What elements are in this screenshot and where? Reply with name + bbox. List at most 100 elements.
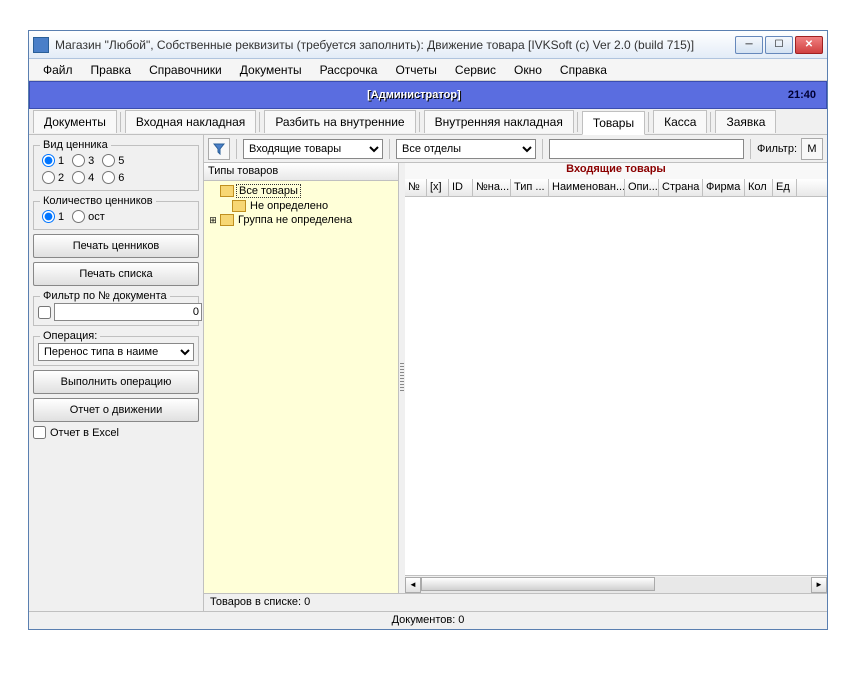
goods-filter-combo[interactable]: Входящие товары bbox=[243, 139, 383, 159]
tab-cashbox[interactable]: Касса bbox=[653, 110, 707, 133]
tree-pane: Типы товаров Все товары Не определено bbox=[204, 163, 399, 593]
tab-divider bbox=[419, 112, 420, 132]
app-icon bbox=[33, 37, 49, 53]
tab-incoming-invoice[interactable]: Входная накладная bbox=[125, 110, 256, 133]
menu-service[interactable]: Сервис bbox=[447, 61, 504, 79]
excel-report-checkbox[interactable]: Отчет в Excel bbox=[33, 426, 199, 439]
col-desc[interactable]: Опи... bbox=[625, 179, 659, 196]
search-input[interactable] bbox=[549, 139, 744, 159]
menubar: Файл Правка Справочники Документы Рассро… bbox=[29, 59, 827, 81]
scroll-right-button[interactable]: ► bbox=[811, 577, 827, 593]
filter-doc-group: Фильтр по № документа bbox=[33, 296, 199, 326]
tab-divider bbox=[120, 112, 121, 132]
main-window: Магазин "Любой", Собственные реквизиты (… bbox=[28, 30, 828, 630]
separator bbox=[542, 139, 543, 159]
grid-pane: Входящие товары № [x] ID №на... Тип ... … bbox=[405, 163, 827, 593]
tab-split-internal[interactable]: Разбить на внутренние bbox=[264, 110, 415, 133]
filter-doc-title: Фильтр по № документа bbox=[40, 290, 170, 302]
tab-internal-invoice[interactable]: Внутренняя накладная bbox=[424, 110, 574, 133]
menu-help[interactable]: Справка bbox=[552, 61, 615, 79]
goods-status: Товаров в списке: 0 bbox=[204, 593, 827, 611]
filter-label: Фильтр: bbox=[757, 143, 797, 155]
splitter-grip bbox=[400, 363, 404, 393]
col-qty[interactable]: Кол bbox=[745, 179, 773, 196]
operation-combo[interactable]: Перенос типа в наиме bbox=[38, 343, 194, 361]
tree-item-all-goods[interactable]: Все товары bbox=[206, 183, 396, 199]
menu-file[interactable]: Файл bbox=[35, 61, 81, 79]
window-buttons: ─ ☐ ✕ bbox=[735, 36, 823, 54]
tab-divider bbox=[648, 112, 649, 132]
grid-body[interactable] bbox=[405, 197, 827, 575]
close-button[interactable]: ✕ bbox=[795, 36, 823, 54]
titlebar: Магазин "Любой", Собственные реквизиты (… bbox=[29, 31, 827, 59]
filter-icon[interactable] bbox=[208, 138, 230, 160]
menu-lookups[interactable]: Справочники bbox=[141, 61, 230, 79]
letter-m-button[interactable]: М bbox=[801, 138, 823, 160]
grid-header: № [x] ID №на... Тип ... Наименован... Оп… bbox=[405, 179, 827, 197]
print-list-button[interactable]: Печать списка bbox=[33, 262, 199, 286]
qty-title: Количество ценников bbox=[40, 195, 156, 207]
mid-row: Типы товаров Все товары Не определено bbox=[204, 163, 827, 593]
left-pane: Вид ценника 1 3 5 2 4 6 Количество ценни… bbox=[29, 135, 204, 611]
scroll-thumb[interactable] bbox=[421, 577, 655, 591]
filter-toolbar: Входящие товары Все отделы Фильтр: М bbox=[204, 135, 827, 163]
menu-documents[interactable]: Документы bbox=[232, 61, 310, 79]
separator bbox=[236, 139, 237, 159]
col-unit[interactable]: Ед bbox=[773, 179, 797, 196]
docs-status: Документов: 0 bbox=[29, 611, 827, 629]
filter-doc-input[interactable] bbox=[54, 303, 202, 321]
price-tag-radio-2[interactable]: 2 bbox=[42, 171, 64, 184]
qty-radio-ost[interactable]: ост bbox=[72, 210, 105, 223]
expand-icon[interactable]: ⊞ bbox=[208, 215, 218, 226]
folder-icon bbox=[232, 200, 246, 212]
col-no-na[interactable]: №на... bbox=[473, 179, 511, 196]
maximize-button[interactable]: ☐ bbox=[765, 36, 793, 54]
minimize-button[interactable]: ─ bbox=[735, 36, 763, 54]
separator bbox=[750, 139, 751, 159]
department-combo[interactable]: Все отделы bbox=[396, 139, 536, 159]
price-tag-radio-1[interactable]: 1 bbox=[42, 154, 64, 167]
col-num[interactable]: № bbox=[405, 179, 427, 196]
col-id[interactable]: ID bbox=[449, 179, 473, 196]
col-country[interactable]: Страна bbox=[659, 179, 703, 196]
scroll-left-button[interactable]: ◄ bbox=[405, 577, 421, 593]
menu-edit[interactable]: Правка bbox=[83, 61, 140, 79]
execute-operation-button[interactable]: Выполнить операцию bbox=[33, 370, 199, 394]
tree[interactable]: Все товары Не определено ⊞ Группа не опр… bbox=[204, 181, 398, 593]
operation-group: Операция: Перенос типа в наиме bbox=[33, 336, 199, 366]
print-tags-button[interactable]: Печать ценников bbox=[33, 234, 199, 258]
price-tag-radio-4[interactable]: 4 bbox=[72, 171, 94, 184]
tree-item-undefined[interactable]: Не определено bbox=[206, 199, 396, 213]
tab-divider bbox=[577, 112, 578, 132]
menu-reports[interactable]: Отчеты bbox=[387, 61, 444, 79]
horizontal-scrollbar: ◄ ► bbox=[405, 575, 827, 593]
movement-report-button[interactable]: Отчет о движении bbox=[33, 398, 199, 422]
col-firm[interactable]: Фирма bbox=[703, 179, 745, 196]
menu-installment[interactable]: Рассрочка bbox=[312, 61, 386, 79]
scroll-track[interactable] bbox=[421, 577, 811, 593]
content-area: Вид ценника 1 3 5 2 4 6 Количество ценни… bbox=[29, 135, 827, 611]
col-type[interactable]: Тип ... bbox=[511, 179, 549, 196]
folder-icon bbox=[220, 185, 234, 197]
tabbar: Документы Входная накладная Разбить на в… bbox=[29, 109, 827, 135]
tree-item-group-undefined[interactable]: ⊞ Группа не определена bbox=[206, 213, 396, 227]
menu-window[interactable]: Окно bbox=[506, 61, 550, 79]
price-tag-group: Вид ценника 1 3 5 2 4 6 bbox=[33, 145, 199, 191]
price-tag-radio-5[interactable]: 5 bbox=[102, 154, 124, 167]
tab-request[interactable]: Заявка bbox=[715, 110, 776, 133]
admin-banner: [Администратор] 21:40 bbox=[29, 81, 827, 109]
price-tag-radio-3[interactable]: 3 bbox=[72, 154, 94, 167]
price-tag-title: Вид ценника bbox=[40, 139, 111, 151]
separator bbox=[389, 139, 390, 159]
tab-goods[interactable]: Товары bbox=[582, 111, 645, 135]
col-name[interactable]: Наименован... bbox=[549, 179, 625, 196]
tree-header: Типы товаров bbox=[204, 163, 398, 181]
folder-icon bbox=[220, 214, 234, 226]
tab-divider bbox=[259, 112, 260, 132]
col-x[interactable]: [x] bbox=[427, 179, 449, 196]
qty-radio-1[interactable]: 1 bbox=[42, 210, 64, 223]
right-pane: Входящие товары Все отделы Фильтр: М Тип… bbox=[204, 135, 827, 611]
price-tag-radio-6[interactable]: 6 bbox=[102, 171, 124, 184]
filter-doc-checkbox[interactable] bbox=[38, 306, 51, 319]
tab-documents[interactable]: Документы bbox=[33, 110, 117, 133]
